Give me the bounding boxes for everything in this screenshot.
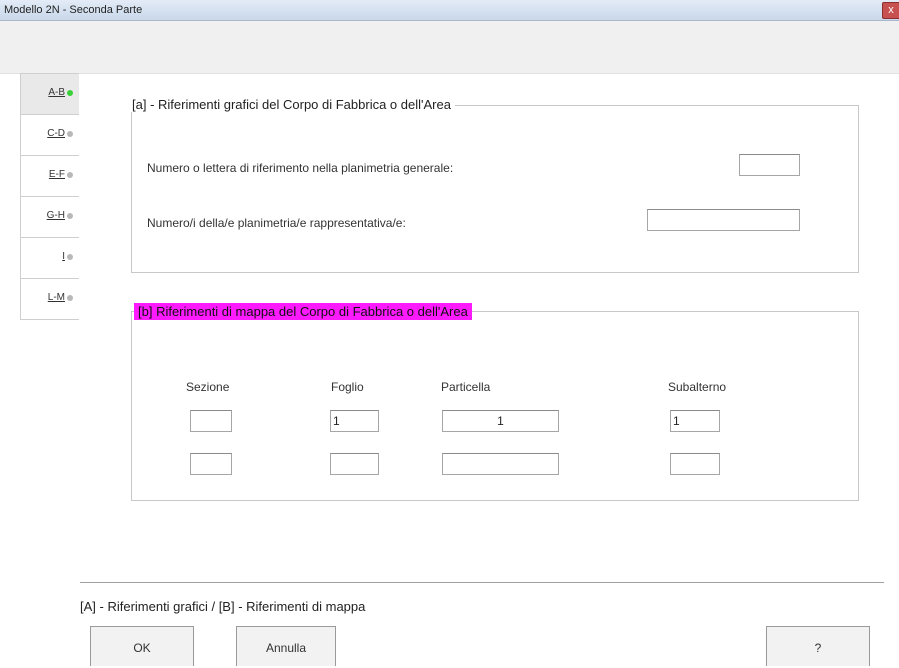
tab-c-d[interactable]: C-D — [20, 115, 79, 156]
status-dot-icon — [67, 213, 73, 219]
tab-a-b[interactable]: A-B — [20, 73, 79, 115]
window-title: Modello 2N - Seconda Parte — [4, 4, 143, 16]
tab-e-f[interactable]: E-F — [20, 156, 79, 197]
status-dot-icon — [67, 131, 73, 137]
subalterno-input-2[interactable] — [670, 453, 720, 475]
section-a-legend: [a] - Riferimenti grafici del Corpo di F… — [128, 97, 455, 112]
foglio-input-1[interactable] — [330, 410, 379, 432]
foglio-header: Foglio — [331, 380, 364, 394]
help-button[interactable]: ? — [766, 626, 870, 666]
section-b-legend: [b] Riferimenti di mappa del Corpo di Fa… — [134, 303, 472, 320]
section-b-group: [b] Riferimenti di mappa del Corpo di Fa… — [131, 303, 859, 501]
close-icon[interactable]: x — [882, 2, 899, 19]
cancel-button[interactable]: Annulla — [236, 626, 336, 666]
status-dot-icon — [67, 295, 73, 301]
divider — [80, 582, 884, 583]
tab-strip: A-B C-D E-F G-H I L-M — [20, 73, 79, 320]
planimetria-generale-input[interactable] — [739, 154, 800, 176]
tab-label: G-H — [46, 210, 65, 221]
tab-l-m[interactable]: L-M — [20, 279, 79, 320]
particella-input-2[interactable] — [442, 453, 559, 475]
particella-input-1[interactable] — [442, 410, 559, 432]
status-dot-icon — [67, 90, 73, 96]
subalterno-header: Subalterno — [668, 380, 727, 394]
toolbar-area — [0, 21, 899, 74]
tab-label: A-B — [48, 87, 65, 98]
subalterno-input-1[interactable] — [670, 410, 720, 432]
sezione-input-1[interactable] — [190, 410, 232, 432]
foglio-input-2[interactable] — [330, 453, 379, 475]
planimetria-rappresentativa-label: Numero/i della/e planimetria/e rappresen… — [147, 216, 406, 230]
ok-button[interactable]: OK — [90, 626, 194, 666]
tab-label: I — [62, 251, 65, 262]
title-bar: Modello 2N - Seconda Parte x — [0, 0, 899, 21]
tab-label: L-M — [47, 292, 65, 303]
tab-i[interactable]: I — [20, 238, 79, 279]
tab-label: E-F — [48, 169, 65, 180]
status-dot-icon — [67, 254, 73, 260]
status-dot-icon — [67, 172, 73, 178]
particella-header: Particella — [441, 380, 491, 394]
tab-g-h[interactable]: G-H — [20, 197, 79, 238]
section-a-group: [a] - Riferimenti grafici del Corpo di F… — [128, 97, 859, 273]
status-text: [A] - Riferimenti grafici / [B] - Riferi… — [80, 599, 366, 614]
sezione-header: Sezione — [186, 380, 230, 394]
planimetria-rappresentativa-input[interactable] — [647, 209, 800, 231]
tab-label: C-D — [47, 128, 65, 139]
planimetria-generale-label: Numero o lettera di riferimento nella pl… — [147, 161, 454, 175]
sezione-input-2[interactable] — [190, 453, 232, 475]
